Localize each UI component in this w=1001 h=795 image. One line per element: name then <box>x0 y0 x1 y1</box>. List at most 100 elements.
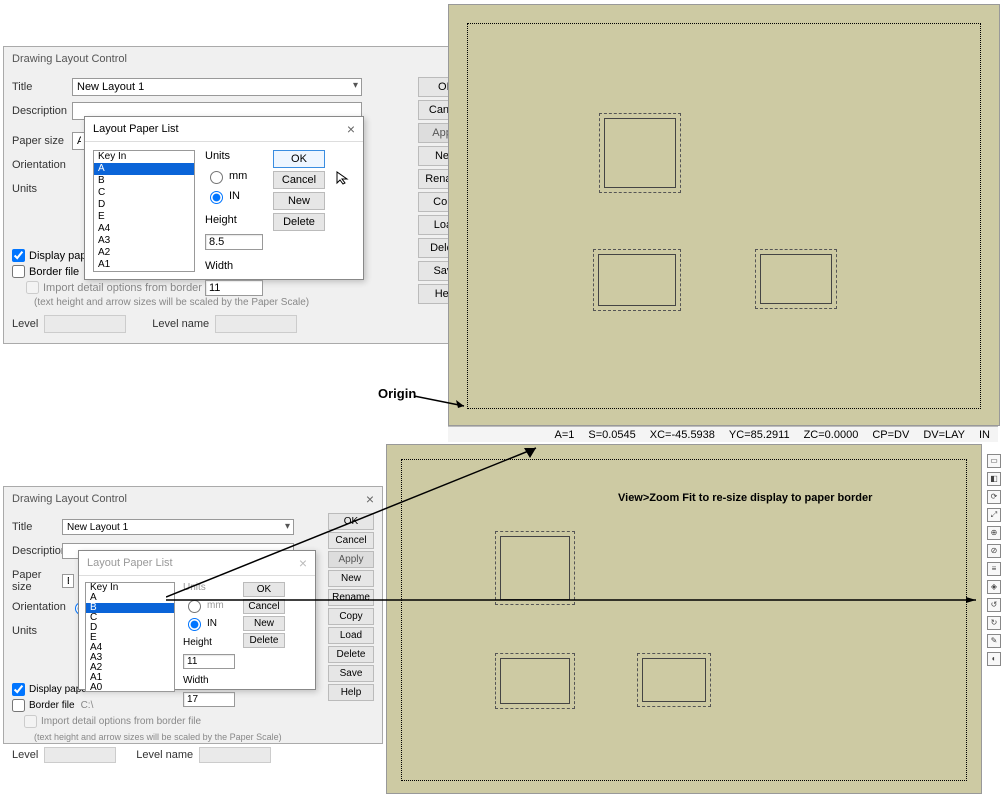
height-input[interactable] <box>183 654 235 669</box>
width-header: Width <box>183 675 235 686</box>
load-button[interactable]: Load <box>328 627 374 644</box>
border-file-label: Border file <box>29 700 75 711</box>
border-file-checkbox[interactable] <box>12 699 25 712</box>
display-paper-border-checkbox[interactable] <box>12 249 25 262</box>
list-item[interactable]: E <box>94 211 194 223</box>
paper-size-listbox[interactable]: Key In A B C D E A4 A3 A2 A1 A0 <box>85 582 175 692</box>
level-name-input[interactable] <box>199 747 271 763</box>
import-detail-checkbox <box>26 281 39 294</box>
list-item[interactable]: Key In <box>86 583 174 593</box>
height-header: Height <box>183 637 235 648</box>
save-button[interactable]: Save <box>328 665 374 682</box>
tool-icon[interactable]: ◧ <box>987 472 1001 486</box>
list-item[interactable]: B <box>86 603 174 613</box>
list-item[interactable]: C <box>86 613 174 623</box>
unit-in-label: IN <box>229 190 240 202</box>
copy-button[interactable]: Copy <box>328 608 374 625</box>
sub-dialog-title: Layout Paper List <box>87 557 173 569</box>
cancel-button[interactable]: Cancel <box>273 171 325 189</box>
list-item[interactable]: A2 <box>94 247 194 259</box>
orientation-label: Orientation <box>12 601 70 613</box>
status-in: IN <box>979 429 990 441</box>
display-paper-border-checkbox[interactable] <box>12 683 25 696</box>
border-file-label: Border file <box>29 266 79 278</box>
cancel-button[interactable]: Cancel <box>328 532 374 549</box>
delete-button[interactable]: Delete <box>243 633 285 648</box>
drawing-view[interactable] <box>495 653 575 709</box>
tool-icon[interactable]: ↻ <box>987 616 1001 630</box>
papersize-value[interactable] <box>62 574 74 588</box>
tool-icon[interactable]: ◈ <box>987 580 1001 594</box>
list-item[interactable]: A4 <box>94 223 194 235</box>
drawing-view[interactable] <box>495 531 575 605</box>
width-input[interactable] <box>183 692 235 707</box>
delete-button[interactable]: Delete <box>273 213 325 231</box>
rename-button[interactable]: Rename <box>328 589 374 606</box>
list-item[interactable]: A1 <box>94 259 194 271</box>
sub-dialog-titlebar: Layout Paper List × <box>79 551 315 576</box>
import-detail-sub: (text height and arrow sizes will be sca… <box>34 731 374 743</box>
drawing-view[interactable] <box>593 249 681 311</box>
dialog-title-text: Drawing Layout Control <box>12 53 127 65</box>
help-button[interactable]: Help <box>328 684 374 701</box>
unit-in-radio[interactable] <box>210 191 223 204</box>
unit-mm-radio[interactable] <box>188 600 201 613</box>
list-item[interactable]: Key In <box>94 151 194 163</box>
close-icon[interactable]: × <box>299 555 307 571</box>
close-icon[interactable]: × <box>366 491 374 507</box>
tool-icon[interactable]: ≡ <box>987 562 1001 576</box>
unit-mm-radio[interactable] <box>210 171 223 184</box>
papersize-label: Paper size <box>12 135 72 147</box>
list-item[interactable]: A0 <box>86 683 174 692</box>
status-cp: CP=DV <box>872 429 909 441</box>
list-item[interactable]: D <box>86 623 174 633</box>
tool-icon[interactable]: ▭ <box>987 454 1001 468</box>
cancel-button[interactable]: Cancel <box>243 599 285 614</box>
unit-in-radio[interactable] <box>188 618 201 631</box>
height-header: Height <box>205 214 263 226</box>
tool-icon[interactable]: ⟳ <box>987 490 1001 504</box>
paper-size-listbox[interactable]: Key In A B C D E A4 A3 A2 A1 A0 <box>93 150 195 272</box>
drawing-view[interactable] <box>755 249 837 309</box>
tool-icon[interactable]: ✎ <box>987 634 1001 648</box>
list-item[interactable]: D <box>94 199 194 211</box>
title-select[interactable] <box>72 78 362 96</box>
new-button[interactable]: New <box>328 570 374 587</box>
drawing-view[interactable] <box>637 653 711 707</box>
paper-border <box>401 459 967 781</box>
height-input[interactable] <box>205 234 263 250</box>
level-input[interactable] <box>44 315 126 333</box>
title-label: Title <box>12 521 62 533</box>
border-file-checkbox[interactable] <box>12 265 25 278</box>
tool-icon[interactable]: ↺ <box>987 598 1001 612</box>
apply-button[interactable]: Apply <box>328 551 374 568</box>
tool-icon[interactable]: ⊕ <box>987 526 1001 540</box>
description-label: Description <box>12 545 62 557</box>
width-input[interactable] <box>205 280 263 296</box>
new-button[interactable]: New <box>243 616 285 631</box>
level-input[interactable] <box>44 747 116 763</box>
list-item[interactable]: A0 <box>94 271 194 272</box>
papersize-label: Paper size <box>12 569 62 593</box>
delete-button[interactable]: Delete <box>328 646 374 663</box>
list-item[interactable]: B <box>94 175 194 187</box>
tool-icon[interactable]: ⤢ <box>987 508 1001 522</box>
level-label: Level <box>12 318 38 330</box>
level-name-input[interactable] <box>215 315 297 333</box>
tool-icon[interactable]: ⊘ <box>987 544 1001 558</box>
close-icon[interactable]: × <box>347 121 355 137</box>
list-item[interactable]: A3 <box>94 235 194 247</box>
zoom-fit-annotation: View>Zoom Fit to re-size display to pape… <box>618 492 872 504</box>
ok-button[interactable]: OK <box>243 582 285 597</box>
list-item[interactable]: A <box>86 593 174 603</box>
ok-button[interactable]: OK <box>273 150 325 168</box>
title-select[interactable] <box>62 519 294 535</box>
tool-icon[interactable]: ◐ <box>987 652 1001 666</box>
ok-button[interactable]: OK <box>328 513 374 530</box>
status-xc: XC=-45.5938 <box>650 429 715 441</box>
new-button[interactable]: New <box>273 192 325 210</box>
list-item[interactable]: A <box>94 163 194 175</box>
drawing-view[interactable] <box>599 113 681 193</box>
drawing-canvas[interactable] <box>448 4 1000 426</box>
list-item[interactable]: C <box>94 187 194 199</box>
